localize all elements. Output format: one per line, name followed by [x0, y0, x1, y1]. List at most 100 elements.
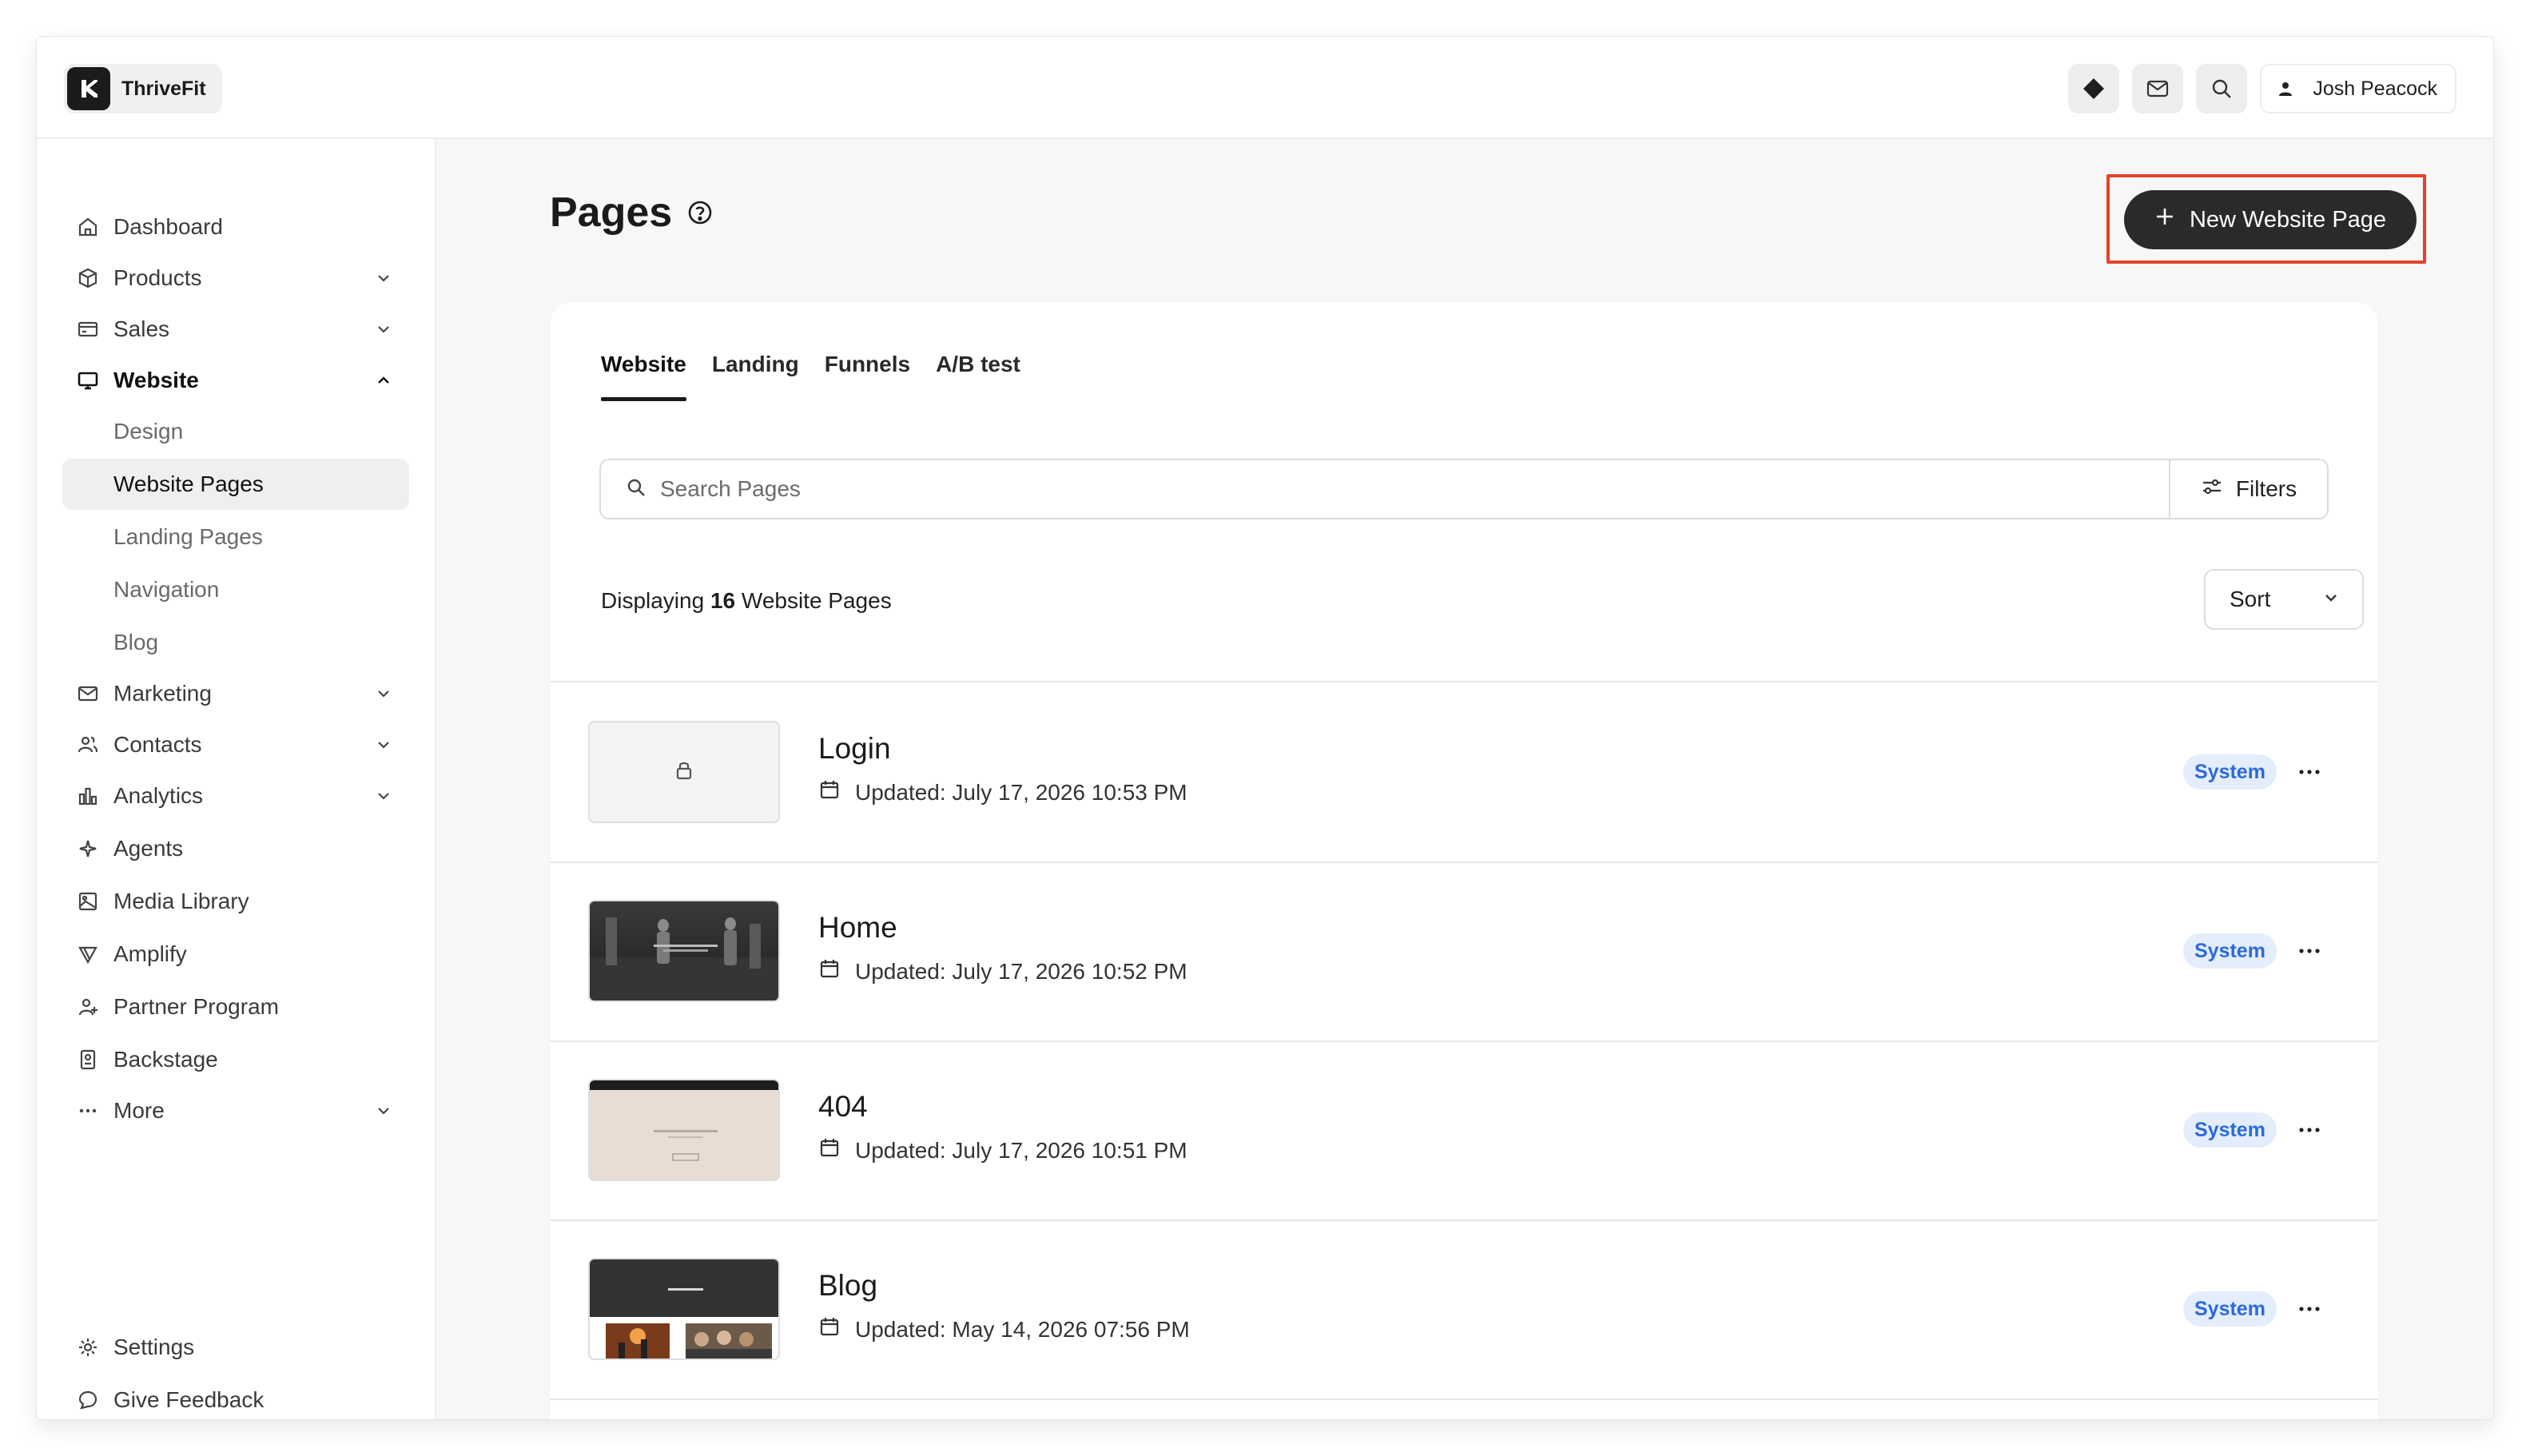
tab-ab-test[interactable]: A/B test [936, 352, 1020, 396]
sidebar-item-label: Media Library [113, 889, 249, 913]
status-badge: System [2183, 1291, 2277, 1327]
sort-dropdown[interactable]: Sort [2204, 569, 2364, 630]
more-options-icon[interactable] [2292, 756, 2327, 788]
sidebar-item-amplify[interactable]: Amplify [62, 929, 409, 980]
status-badge: System [2183, 933, 2277, 969]
user-menu-button[interactable]: Josh Peacock [2260, 64, 2456, 113]
display-suffix: Website Pages [741, 588, 892, 613]
tab-funnels[interactable]: Funnels [825, 352, 910, 396]
sidebar-item-partner-program[interactable]: Partner Program [62, 981, 409, 1032]
sidebar-item-agents[interactable]: Agents [62, 823, 409, 874]
more-options-icon[interactable] [2292, 1114, 2327, 1146]
list-item[interactable]: 404 Updated: July 17, 2026 10:51 PM Syst… [550, 1040, 2378, 1219]
brand-logo-icon [67, 67, 110, 110]
gym-photo-image [590, 917, 778, 1001]
sidebar-sub-design[interactable]: Design [62, 406, 409, 457]
sidebar-item-marketing[interactable]: Marketing [62, 668, 409, 719]
list-item[interactable]: Login Updated: July 17, 2026 10:53 PM Sy… [550, 682, 2378, 861]
mail-icon [75, 681, 101, 706]
page-tabs: Website Landing Funnels A/B test [601, 352, 1020, 401]
calendar-icon [818, 1136, 841, 1164]
display-number: 16 [710, 588, 736, 613]
tab-website[interactable]: Website [601, 352, 686, 401]
sidebar-item-contacts[interactable]: Contacts [62, 719, 409, 770]
display-count: Displaying 16 Website Pages [601, 588, 892, 614]
sidebar-item-label: Backstage [113, 1047, 218, 1072]
search-input[interactable] [660, 476, 2169, 502]
user-avatar-icon [2269, 73, 2302, 105]
brand-name: ThriveFit [121, 77, 206, 100]
app-window: ThriveFit Josh Peacock Dashboard Product… [37, 37, 2493, 1419]
mail-icon[interactable] [2132, 64, 2184, 113]
page-title: Pages [550, 189, 714, 237]
sidebar-item-label: Agents [113, 836, 184, 861]
sort-label: Sort [2230, 587, 2271, 611]
more-options-icon[interactable] [2292, 935, 2327, 967]
chevron-down-icon [2322, 587, 2340, 612]
top-bar: ThriveFit Josh Peacock [37, 37, 2493, 139]
sidebar-item-give-feedback[interactable]: Give Feedback [62, 1374, 409, 1419]
home-icon [75, 214, 101, 240]
list-item[interactable]: Home Updated: July 17, 2026 10:52 PM Sys… [550, 861, 2378, 1040]
diamond-icon[interactable] [2068, 64, 2120, 113]
brand-switcher[interactable]: ThriveFit [64, 64, 222, 113]
badge-icon [75, 1047, 101, 1072]
sidebar-item-media-library[interactable]: Media Library [62, 876, 409, 927]
sidebar-item-label: Analytics [113, 783, 204, 808]
pages-card: Website Landing Funnels A/B test Filters… [550, 302, 2378, 1419]
page-thumbnail [588, 1258, 780, 1360]
updated-text: Updated: May 14, 2026 07:56 PM [855, 1316, 1190, 1342]
sidebar-item-label: More [113, 1098, 165, 1123]
sidebar-item-backstage[interactable]: Backstage [62, 1034, 409, 1085]
sidebar-item-dashboard[interactable]: Dashboard [62, 201, 409, 253]
sidebar-item-website[interactable]: Website [62, 355, 409, 406]
search-icon[interactable] [2196, 64, 2248, 113]
credit-card-icon [75, 316, 101, 342]
chat-icon [75, 1387, 101, 1413]
page-name[interactable]: Blog [818, 1269, 877, 1303]
sidebar-item-more[interactable]: More [62, 1085, 409, 1136]
sidebar-item-sales[interactable]: Sales [62, 304, 409, 355]
page-name[interactable]: 404 [818, 1090, 868, 1124]
new-website-page-label: New Website Page [2189, 206, 2387, 233]
page-updated: Updated: July 17, 2026 10:51 PM [818, 1136, 1187, 1164]
sliders-icon [2201, 475, 2223, 503]
sidebar-item-label: Partner Program [113, 994, 279, 1019]
new-website-page-button[interactable]: New Website Page [2124, 190, 2417, 249]
bar-chart-icon [75, 783, 101, 809]
sidebar-item-label: Give Feedback [113, 1387, 265, 1412]
search-icon [625, 476, 647, 503]
megaphone-icon [75, 941, 101, 967]
more-options-icon[interactable] [2292, 1293, 2327, 1325]
sidebar-sub-landing-pages[interactable]: Landing Pages [62, 511, 409, 563]
list-item[interactable]: Blog Updated: May 14, 2026 07:56 PM Syst… [550, 1219, 2378, 1398]
page-thumbnail [588, 721, 780, 823]
sidebar-sub-website-pages[interactable]: Website Pages [62, 459, 409, 510]
sidebar-sub-navigation[interactable]: Navigation [62, 564, 409, 615]
page-title-text: Pages [550, 189, 673, 236]
sidebar-item-products[interactable]: Products [62, 253, 409, 304]
sidebar-item-label: Website [113, 368, 199, 392]
users-icon [75, 732, 101, 758]
sidebar-item-label: Settings [113, 1335, 195, 1359]
tab-landing[interactable]: Landing [712, 352, 799, 396]
blog-preview-image [590, 1259, 778, 1359]
display-prefix: Displaying [601, 588, 705, 613]
sidebar-item-analytics[interactable]: Analytics [62, 770, 409, 821]
chevron-down-icon [371, 316, 396, 342]
sidebar: Dashboard Products Sales Website Design … [37, 139, 436, 1419]
page-name[interactable]: Home [818, 911, 897, 945]
sidebar-sub-blog[interactable]: Blog [62, 617, 409, 668]
page-updated: Updated: July 17, 2026 10:53 PM [818, 778, 1187, 806]
sidebar-item-label: Sales [113, 316, 170, 341]
main-content: Pages New Website Page Website Landing F… [436, 139, 2493, 1419]
status-badge: System [2183, 1112, 2277, 1148]
help-circle-icon[interactable] [686, 199, 714, 226]
page-name[interactable]: Login [818, 732, 891, 766]
sidebar-item-settings[interactable]: Settings [62, 1322, 409, 1373]
page-thumbnail [588, 1079, 780, 1181]
page-preview-image [590, 1080, 778, 1161]
page-thumbnail [588, 900, 780, 1002]
filters-button[interactable]: Filters [2170, 460, 2327, 518]
user-name: Josh Peacock [2313, 77, 2437, 100]
